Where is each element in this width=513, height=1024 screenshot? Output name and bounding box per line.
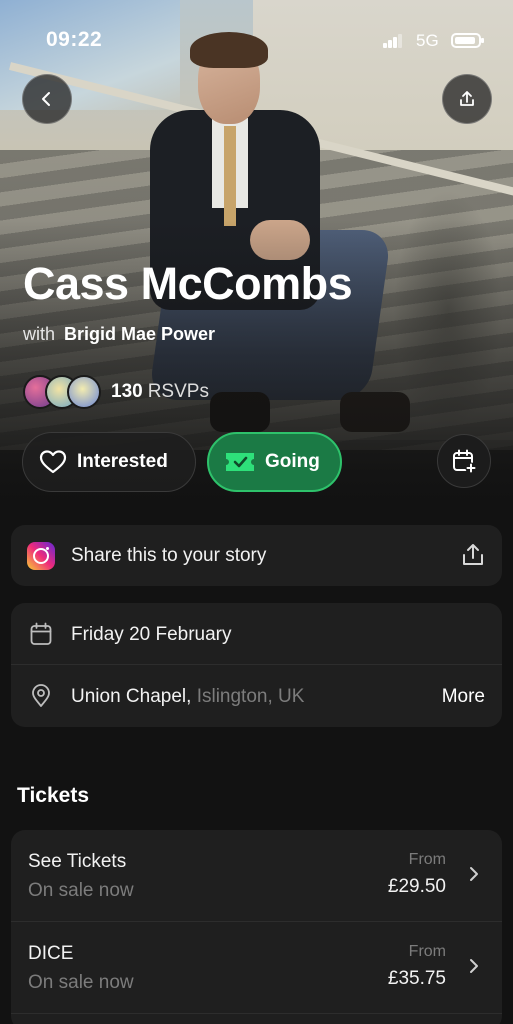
share-icon <box>463 544 483 565</box>
rsvp-summary[interactable]: 130 RSVPs <box>23 374 209 410</box>
share-icon <box>460 91 474 106</box>
rsvp-label: RSVPs <box>147 381 209 402</box>
chevron-right-icon <box>470 959 478 973</box>
going-label: Going <box>265 451 320 472</box>
venue-more-link[interactable]: More <box>442 686 485 708</box>
support-act[interactable]: Brigid Mae Power <box>64 324 215 344</box>
interested-label: Interested <box>77 451 168 472</box>
chevron-right-icon <box>470 867 478 881</box>
ticket-provider-name: DICE <box>28 943 74 964</box>
calendar-icon <box>30 622 52 645</box>
calendar-plus-icon <box>453 449 477 474</box>
interested-button[interactable]: Interested <box>22 432 196 492</box>
venue-location: Islington, UK <box>196 686 305 707</box>
event-title: Cass McCombs <box>23 258 353 309</box>
avatar <box>67 375 101 409</box>
ticket-from-label: From <box>408 851 446 868</box>
instagram-icon <box>27 542 55 570</box>
ticket-provider-row[interactable]: See Tickets On sale now From £29.50 <box>11 830 502 922</box>
ticket-price: £35.75 <box>387 968 446 989</box>
ticket-check-icon <box>226 453 254 471</box>
ticket-provider-name: See Tickets <box>28 851 127 872</box>
status-time: 09:22 <box>46 28 103 51</box>
ticket-status: On sale now <box>28 880 134 901</box>
ticket-provider-row[interactable]: DICE On sale now From £35.75 <box>11 922 502 1014</box>
share-button[interactable] <box>442 74 492 124</box>
ticket-price: £29.50 <box>387 876 446 897</box>
network-type: 5G <box>416 31 439 50</box>
status-bar: 09:22 5G <box>0 0 513 80</box>
event-details-card: Friday 20 February Union Chapel, Islingt… <box>11 603 502 727</box>
signal-icon <box>383 34 403 48</box>
back-button[interactable] <box>22 74 72 124</box>
rsvp-count: 130 <box>111 381 143 402</box>
event-date: Friday 20 February <box>71 624 232 645</box>
heart-icon <box>39 450 67 474</box>
venue-name: Union Chapel, <box>71 686 192 707</box>
support-prefix: with <box>23 324 56 344</box>
ticket-from-label: From <box>408 943 446 960</box>
tickets-section-title: Tickets <box>17 784 89 807</box>
chevron-left-icon <box>42 92 50 106</box>
tickets-card: See Tickets On sale now From £29.50 DICE… <box>11 830 502 1024</box>
battery-icon <box>451 33 484 48</box>
date-row[interactable]: Friday 20 February <box>11 603 502 665</box>
add-to-calendar-button[interactable] <box>437 434 491 488</box>
venue-text: Union Chapel, Islington, UK <box>71 686 304 708</box>
support-line: with Brigid Mae Power <box>23 324 215 345</box>
share-to-story-label: Share this to your story <box>71 545 267 566</box>
venue-row[interactable]: Union Chapel, Islington, UK More <box>11 665 502 727</box>
going-button[interactable]: Going <box>207 432 342 492</box>
share-to-story-card[interactable]: Share this to your story <box>11 525 502 586</box>
ticket-status: On sale now <box>28 972 134 993</box>
map-pin-icon <box>32 684 50 707</box>
